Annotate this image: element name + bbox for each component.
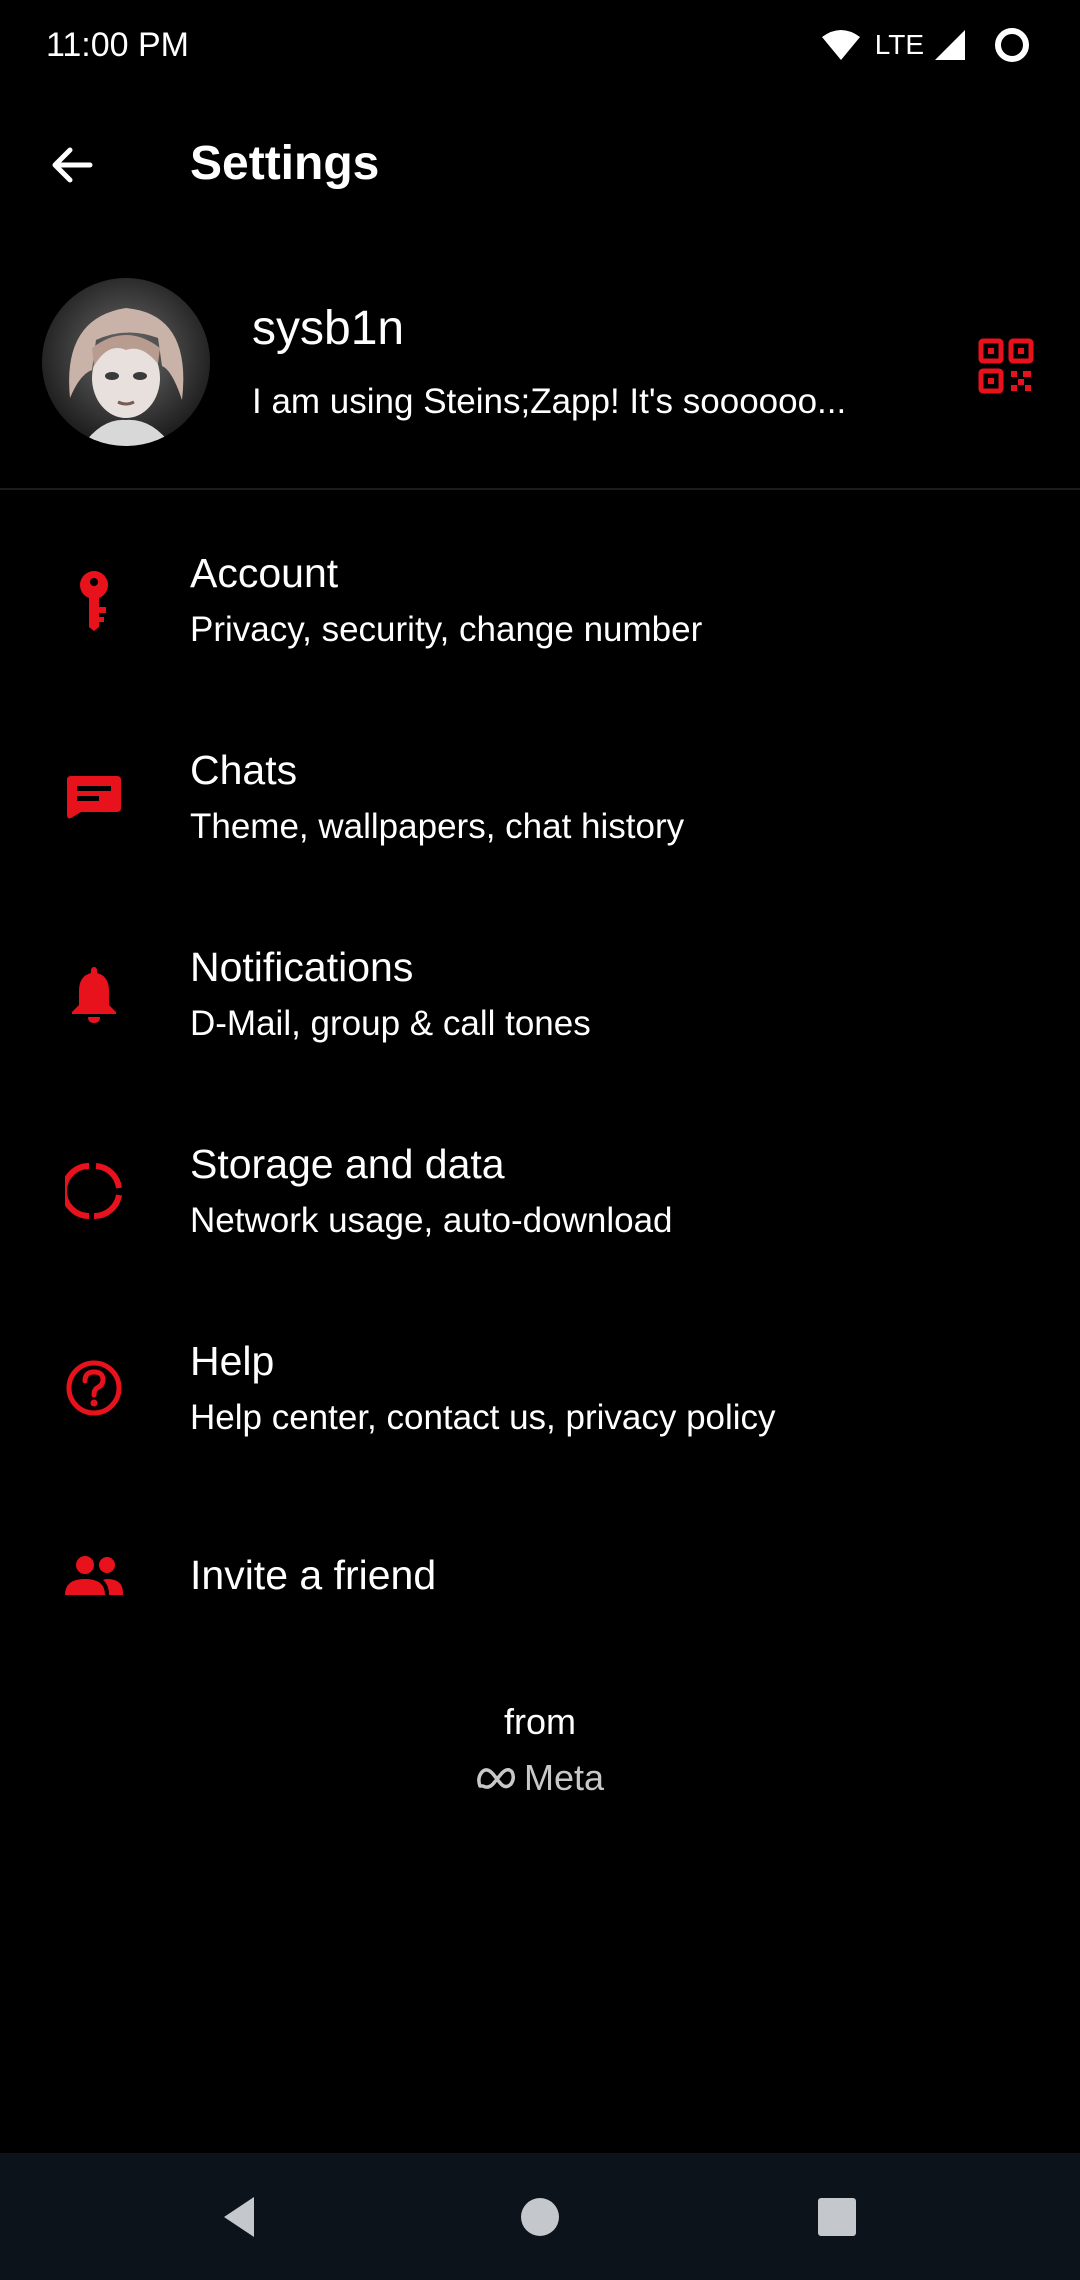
menu-title: Help: [190, 1338, 275, 1384]
menu-subtitle: Privacy, security, change number: [190, 610, 703, 649]
menu-item-account[interactable]: Account Privacy, security, change number: [0, 530, 1080, 726]
meta-wordmark: Meta: [523, 1757, 605, 1798]
menu-subtitle: Network usage, auto-download: [190, 1201, 673, 1240]
qr-code-icon: [978, 338, 1034, 394]
menu-subtitle: D-Mail, group & call tones: [190, 1004, 591, 1043]
storage-circle-icon: [58, 1155, 130, 1227]
profile-status: I am using Steins;Zapp! It's soooooo...: [252, 382, 847, 421]
profile-name: sysb1n: [252, 302, 405, 355]
chat-icon: [58, 761, 130, 833]
profile-divider: [0, 488, 1080, 490]
meta-logo: Meta: [0, 1756, 1080, 1800]
from-label: from: [504, 1701, 576, 1742]
nav-recents-button[interactable]: [801, 2181, 873, 2253]
nav-back-button[interactable]: [204, 2181, 276, 2253]
bell-icon: [58, 958, 130, 1030]
menu-item-chats[interactable]: Chats Theme, wallpapers, chat history: [0, 727, 1080, 923]
key-icon: [58, 565, 130, 637]
menu-title: Chats: [190, 747, 298, 793]
back-triangle-icon: [224, 2197, 254, 2237]
menu-item-help[interactable]: Help Help center, contact us, privacy po…: [0, 1318, 1080, 1514]
lte-label: LTE: [874, 29, 924, 60]
people-icon: [58, 1540, 130, 1612]
nav-home-button[interactable]: [504, 2181, 576, 2253]
menu-title: Invite a friend: [190, 1552, 437, 1598]
arrow-left-icon: [52, 147, 93, 183]
menu-title: Storage and data: [190, 1141, 505, 1187]
system-nav-bar: [0, 2153, 1080, 2280]
wifi-icon: [821, 30, 860, 60]
status-icons: LTE: [821, 24, 1034, 66]
menu-item-invite[interactable]: Invite a friend: [0, 1515, 1080, 1665]
menu-subtitle: Theme, wallpapers, chat history: [190, 807, 685, 846]
status-bar: 11:00 PM LTE: [0, 0, 1080, 90]
home-circle-icon: [521, 2198, 559, 2236]
recents-square-icon: [818, 2198, 856, 2236]
profile-section[interactable]: sysb1n I am using Steins;Zapp! It's sooo…: [0, 270, 1080, 488]
lte-signal-icon: [935, 30, 965, 60]
avatar-image: [42, 278, 210, 446]
battery-ring-icon: [995, 28, 1029, 62]
menu-title: Account: [190, 550, 339, 596]
menu-item-storage[interactable]: Storage and data Network usage, auto-dow…: [0, 1121, 1080, 1317]
menu-item-notifications[interactable]: Notifications D-Mail, group & call tones: [0, 924, 1080, 1120]
status-time: 11:00 PM: [46, 26, 190, 64]
page-title: Settings: [190, 137, 380, 190]
back-button[interactable]: [34, 127, 110, 203]
menu-title: Notifications: [190, 944, 414, 990]
meta-infinity-icon: [477, 1768, 515, 1789]
help-circle-icon: [58, 1352, 130, 1424]
app-bar: Settings: [0, 110, 1080, 220]
avatar[interactable]: [42, 278, 210, 446]
menu-subtitle: Help center, contact us, privacy policy: [190, 1398, 776, 1437]
qr-code-button[interactable]: [970, 330, 1042, 402]
